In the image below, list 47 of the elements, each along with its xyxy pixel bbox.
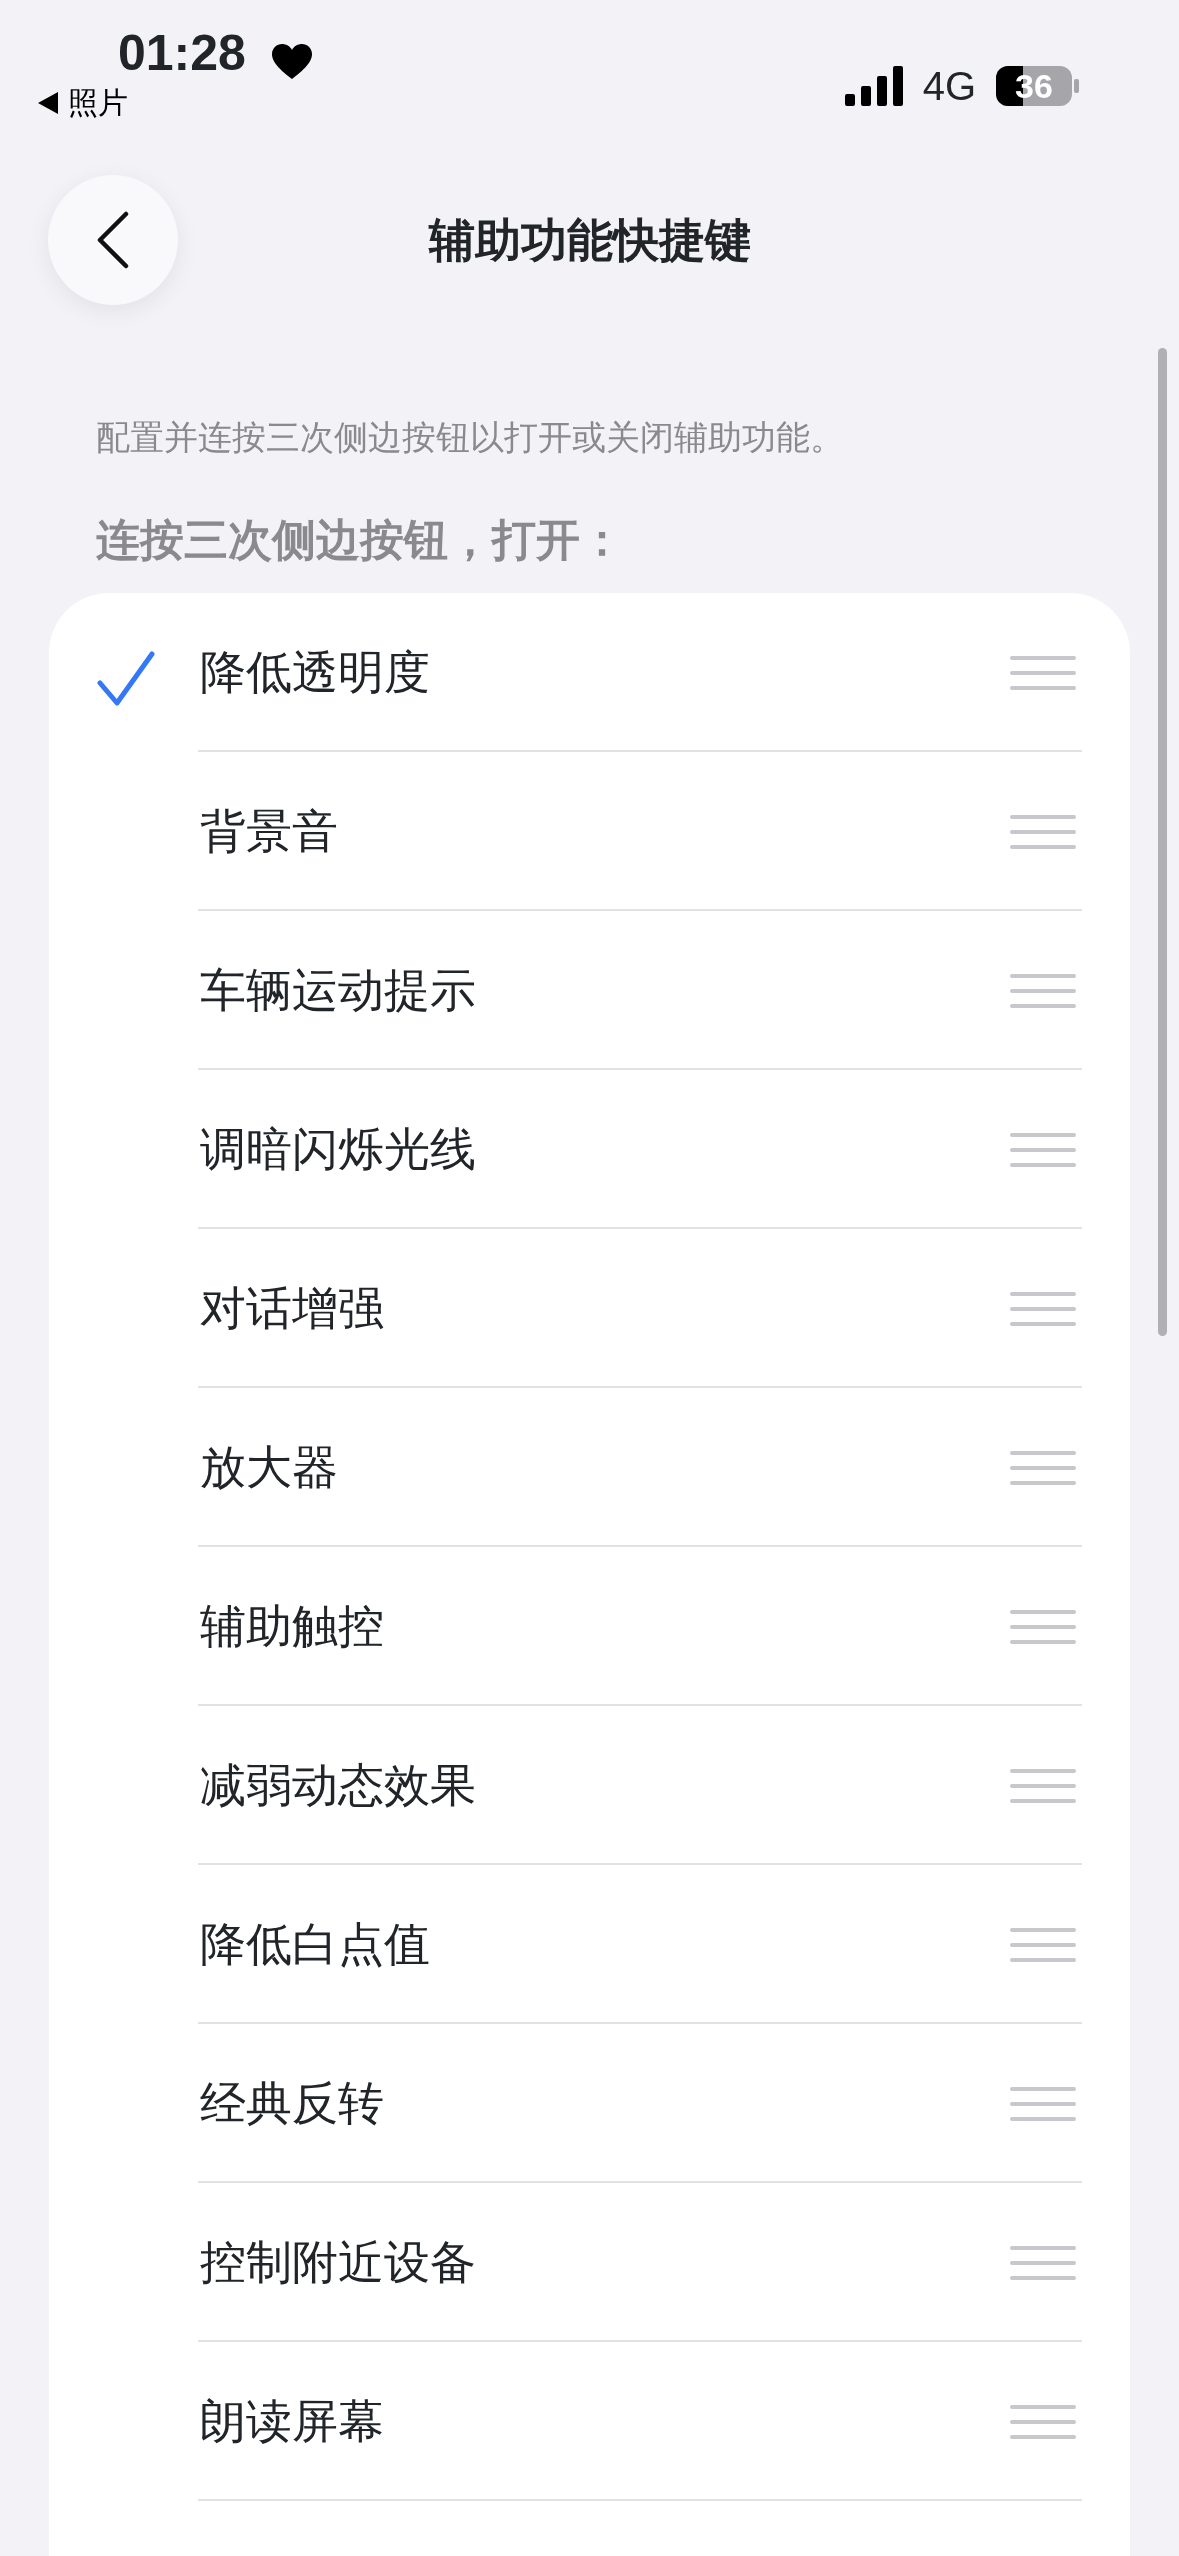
reorder-handle-icon[interactable] <box>1010 1132 1076 1167</box>
back-triangle-icon <box>38 92 58 114</box>
description-text: 配置并连按三次侧边按钮以打开或关闭辅助功能。 <box>96 417 845 458</box>
shortcut-row[interactable]: 放大器 <box>49 1388 1130 1547</box>
battery-tip-icon <box>1074 79 1079 93</box>
chevron-left-icon <box>96 211 130 269</box>
reorder-handle-icon[interactable] <box>1010 655 1076 690</box>
section-header: 连按三次侧边按钮，打开： <box>96 514 625 566</box>
reorder-handle-icon[interactable] <box>1010 1768 1076 1803</box>
shortcut-row[interactable]: 朗读屏幕 <box>49 2342 1130 2501</box>
shortcut-row[interactable]: 控制附近设备 <box>49 2183 1130 2342</box>
row-label: 对话增强 <box>200 1281 385 1336</box>
reorder-handle-icon[interactable] <box>1010 2404 1076 2439</box>
reorder-handle-icon[interactable] <box>1010 2245 1076 2280</box>
shortcut-row[interactable]: 经典反转 <box>49 2024 1130 2183</box>
page-title: 辅助功能快捷键 <box>428 212 751 268</box>
row-label: 背景音 <box>200 804 339 859</box>
row-label: 降低白点值 <box>200 1917 431 1972</box>
reorder-handle-icon[interactable] <box>1010 1291 1076 1326</box>
reorder-handle-icon[interactable] <box>1010 1927 1076 1962</box>
shortcut-row[interactable]: 调暗闪烁光线 <box>49 1070 1130 1229</box>
back-to-app-link[interactable]: 照片 <box>38 88 128 118</box>
shortcut-row[interactable]: 降低白点值 <box>49 1865 1130 2024</box>
heart-icon <box>272 44 312 80</box>
shortcut-row[interactable]: 降低透明度 <box>49 593 1130 752</box>
shortcut-row[interactable]: 背景音 <box>49 752 1130 911</box>
row-label: 辅助触控 <box>200 1599 385 1654</box>
reorder-handle-icon[interactable] <box>1010 973 1076 1008</box>
row-label: 降低透明度 <box>200 645 431 700</box>
reorder-handle-icon[interactable] <box>1010 1609 1076 1644</box>
row-label: 控制附近设备 <box>200 2235 477 2290</box>
row-label: 放大器 <box>200 1440 339 1495</box>
shortcut-row[interactable]: 对话增强 <box>49 1229 1130 1388</box>
reorder-handle-icon[interactable] <box>1010 2086 1076 2121</box>
shortcut-row[interactable]: 车辆运动提示 <box>49 911 1130 1070</box>
row-label: 减弱动态效果 <box>200 1758 477 1813</box>
shortcut-row[interactable]: 减弱动态效果 <box>49 1706 1130 1865</box>
shortcut-row[interactable]: 辅助触控 <box>49 1547 1130 1706</box>
reorder-handle-icon[interactable] <box>1010 1450 1076 1485</box>
network-label: 4G <box>922 66 976 106</box>
row-label: 车辆运动提示 <box>200 963 477 1018</box>
row-label: 朗读屏幕 <box>200 2394 385 2449</box>
status-time: 01:28 <box>118 28 246 78</box>
reorder-handle-icon[interactable] <box>1010 814 1076 849</box>
signal-icon <box>844 66 903 106</box>
row-label: 调暗闪烁光线 <box>200 1122 477 1177</box>
row-label: 经典反转 <box>200 2076 385 2131</box>
